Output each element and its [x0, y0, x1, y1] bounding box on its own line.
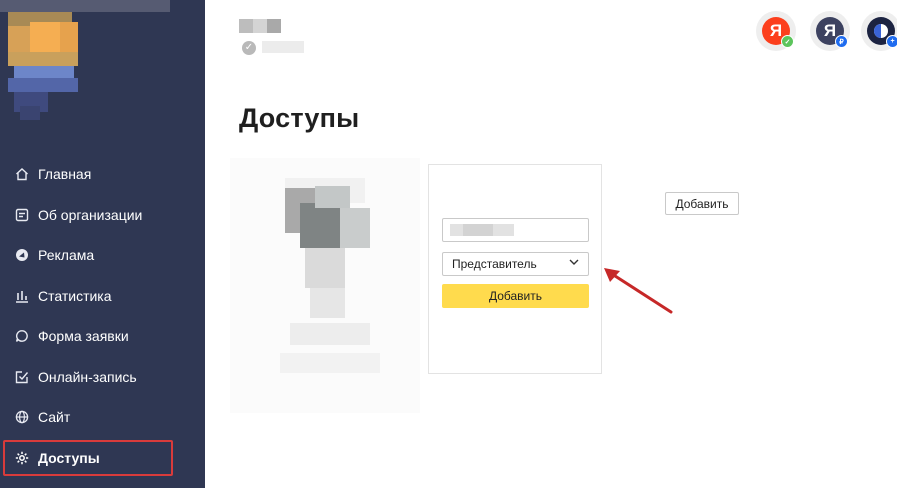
role-select-value: Представитель [452, 257, 537, 271]
calendar-check-icon [14, 369, 30, 385]
globe-icon [14, 409, 30, 425]
sidebar-item-label: Доступы [38, 449, 100, 466]
sidebar: Главная Об организации Реклама Статистик… [0, 0, 205, 488]
sidebar-item-label: Об организации [38, 206, 143, 223]
sidebar-item-online-booking[interactable]: Онлайн-запись [0, 357, 205, 398]
check-badge-icon: ✓ [781, 35, 794, 48]
sidebar-item-about[interactable]: Об организации [0, 195, 205, 236]
gear-icon [14, 450, 30, 466]
user-card-redacted [230, 158, 420, 413]
sidebar-item-home[interactable]: Главная [0, 154, 205, 195]
page-title: Доступы [239, 103, 360, 133]
add-button[interactable]: Добавить [665, 192, 739, 215]
home-icon [14, 166, 30, 182]
sidebar-item-access[interactable]: Доступы [0, 438, 205, 479]
sidebar-item-label: Статистика [38, 287, 112, 304]
user-profile-avatar[interactable]: + [861, 11, 897, 51]
yandex-account-avatar[interactable]: Я ✓ [756, 11, 796, 51]
sidebar-item-label: Реклама [38, 247, 95, 264]
add-access-button[interactable]: Добавить [442, 284, 589, 308]
sidebar-item-label: Сайт [38, 409, 71, 426]
organization-logo [0, 0, 170, 125]
plus-badge-icon: + [886, 35, 897, 48]
sidebar-item-ads[interactable]: Реклама [0, 235, 205, 276]
organization-name-redacted [239, 19, 281, 33]
annotation-arrow-icon [604, 268, 673, 314]
sidebar-item-stats[interactable]: Статистика [0, 276, 205, 317]
ruble-badge-icon: ₽ [835, 35, 848, 48]
sidebar-item-label: Онлайн-запись [38, 368, 137, 385]
organization-subtitle-redacted [262, 41, 304, 53]
info-card-icon [14, 207, 30, 223]
sidebar-item-label: Форма заявки [38, 328, 129, 345]
chat-bubble-icon [14, 328, 30, 344]
verified-check-icon: ✓ [242, 41, 256, 55]
sidebar-nav: Главная Об организации Реклама Статистик… [0, 154, 205, 478]
sidebar-item-request-form[interactable]: Форма заявки [0, 316, 205, 357]
role-select[interactable]: Представитель [442, 252, 589, 276]
megaphone-icon [14, 247, 30, 263]
sidebar-item-label: Главная [38, 166, 92, 183]
email-input[interactable] [442, 218, 589, 242]
yandex-business-avatar[interactable]: Я ₽ [810, 11, 850, 51]
sidebar-item-site[interactable]: Сайт [0, 397, 205, 438]
bar-chart-icon [14, 288, 30, 304]
chevron-down-icon [569, 259, 579, 265]
email-value-redacted [463, 224, 493, 236]
